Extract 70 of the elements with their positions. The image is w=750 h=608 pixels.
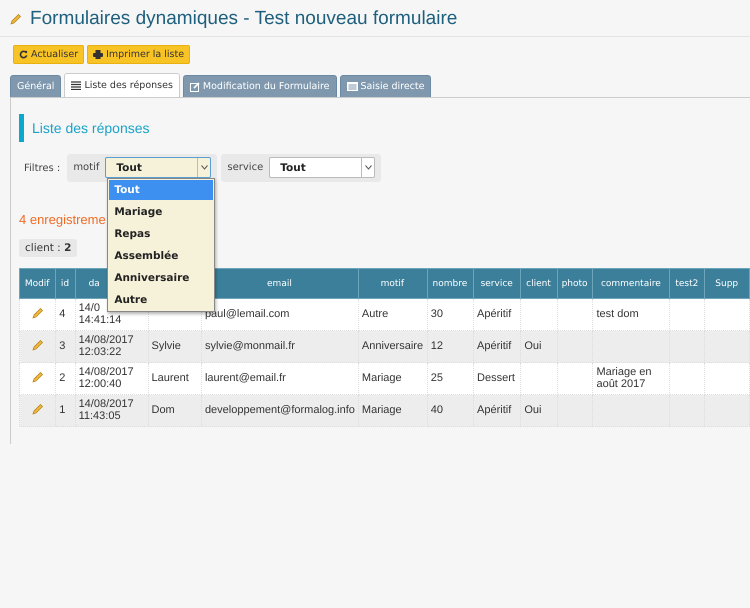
table-cell: 14/08/2017 12:03:22 (78, 334, 134, 358)
column-header: Modif (24, 278, 50, 288)
column-header: photo (562, 278, 588, 288)
column-header: test2 (675, 278, 698, 288)
table-cell: 4 (59, 308, 66, 320)
filter-select[interactable]: Tout (105, 157, 212, 178)
column-header: Supp (715, 278, 738, 288)
edit-button[interactable] (32, 339, 44, 351)
table-cell: Apéritif (477, 308, 512, 320)
summary-badge: client : 2 (19, 239, 78, 257)
column-header: email (267, 278, 292, 288)
tab[interactable]: Liste des réponses (64, 73, 180, 97)
section-title: Liste des réponses (32, 120, 150, 136)
refresh-button[interactable]: Actualiser (13, 45, 84, 64)
column-header: nombre (432, 278, 468, 288)
caret-icon (200, 165, 208, 170)
table-cell: Mariage (362, 404, 402, 416)
list-icon (71, 81, 82, 90)
table-cell: 1 (59, 404, 66, 416)
column-header: id (60, 278, 70, 288)
column-header: client (526, 278, 551, 288)
column-header: da (88, 278, 100, 288)
accent-bar (19, 114, 24, 142)
table-cell: 40 (430, 404, 443, 416)
table-cell: 14/08/2017 12:00:40 (78, 366, 134, 390)
table-cell: Oui (524, 340, 542, 352)
table-cell: 14/08/2017 11:43:05 (78, 398, 134, 422)
dropdown-option[interactable]: Anniversaire (109, 268, 214, 288)
column-header: commentaire (600, 278, 661, 288)
table-cell: 3 (59, 340, 66, 352)
table-cell: Laurent (152, 372, 189, 384)
table-cell: Dom (152, 404, 175, 416)
table-cell: Apéritif (477, 340, 512, 352)
table-cell: Sylvie (152, 340, 181, 352)
table-cell: Apéritif (477, 404, 512, 416)
refresh-icon (19, 50, 28, 59)
table-cell: paul@lemail.com (204, 308, 290, 320)
dropdown-option[interactable]: Assemblée (109, 246, 214, 266)
pencil-icon (10, 13, 22, 25)
edit-button[interactable] (32, 307, 44, 319)
table-cell: sylvie@monmail.fr (204, 340, 295, 352)
table-cell: 2 (59, 372, 66, 384)
dropdown-option[interactable]: Mariage (109, 202, 214, 222)
form-icon (346, 82, 358, 91)
edit-button[interactable] (32, 403, 44, 415)
edit-button[interactable] (32, 371, 44, 383)
table-cell: Autre (362, 308, 388, 320)
table-cell: Dessert (477, 372, 515, 384)
table-cell: Oui (524, 404, 542, 416)
page-title: Formulaires dynamiques - Test nouveau formulaire (30, 8, 458, 30)
dropdown-option[interactable]: Repas (109, 224, 214, 244)
table-cell: 25 (430, 372, 443, 384)
table-cell: test dom (596, 308, 639, 320)
filter-label: service (227, 162, 264, 173)
table-cell: 12 (430, 340, 443, 352)
column-header: service (480, 278, 513, 288)
filter-select[interactable]: Tout (269, 157, 376, 178)
caret-icon (364, 165, 372, 170)
table-cell: Mariage en août 2017 (596, 366, 652, 390)
table-cell: laurent@email.fr (204, 372, 286, 384)
print-button[interactable]: Imprimer la liste (87, 45, 190, 64)
column-header: motif (380, 278, 404, 288)
table-cell: Mariage (362, 372, 402, 384)
filter-label: motif (73, 162, 100, 173)
table-cell: 30 (430, 308, 443, 320)
filters-label: Filtres : (24, 162, 60, 174)
record-count: 4 enregistreme (19, 212, 106, 227)
edit-icon (190, 82, 200, 92)
table-cell: Anniversaire (362, 340, 424, 352)
table-cell: developpement@formalog.info (204, 404, 355, 416)
